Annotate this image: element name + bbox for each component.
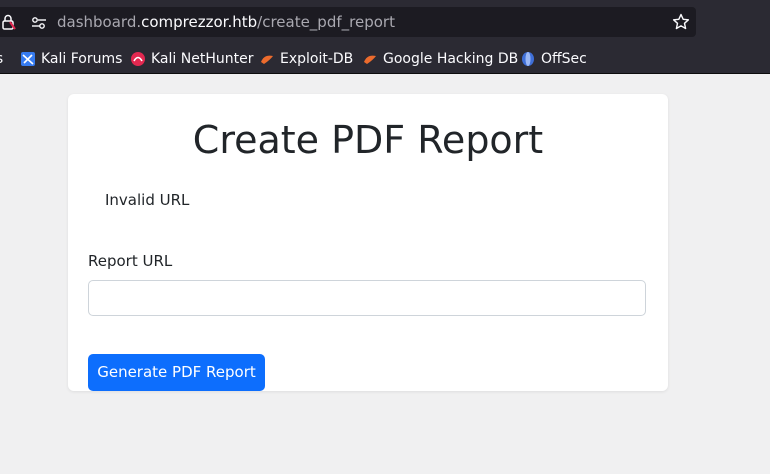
url-subdomain: dashboard. — [57, 13, 142, 31]
bookmark-kali-nethunter[interactable]: Kali NetHunter — [130, 49, 253, 69]
nethunter-icon — [131, 52, 145, 66]
offsec-icon — [522, 52, 534, 66]
url-text[interactable]: dashboard.comprezzor.htb/create_pdf_repo… — [57, 12, 395, 32]
report-url-input[interactable] — [88, 280, 646, 316]
bookmark-label: Exploit-DB — [280, 51, 354, 67]
bookmark-exploit-db[interactable]: Exploit-DB — [259, 49, 353, 69]
lock-icon[interactable] — [0, 13, 18, 31]
url-path: /create_pdf_report — [257, 13, 395, 31]
bookmark-star-icon[interactable] — [671, 12, 691, 32]
bookmarks-toolbar: ls Kali Forums Kali NetHunter Exploit-DB… — [0, 44, 770, 74]
browser-toolbar: dashboard.comprezzor.htb/create_pdf_repo… — [0, 0, 770, 44]
error-message: Invalid URL — [105, 191, 190, 209]
generate-pdf-report-button[interactable]: Generate PDF Report — [88, 354, 265, 391]
bookmark-label: ls — [0, 51, 3, 67]
page-title: Create PDF Report — [192, 118, 544, 162]
kali-forums-icon — [21, 52, 35, 66]
bookmark-label: Kali NetHunter — [151, 51, 254, 67]
report-url-label: Report URL — [88, 252, 173, 270]
exploit-db-icon — [261, 55, 273, 64]
bookmark-item[interactable]: ls — [0, 49, 3, 69]
bookmark-label: Google Hacking DB — [383, 51, 519, 67]
page-content: Create PDF Report Invalid URL Report URL… — [0, 74, 770, 474]
ghdb-icon — [364, 55, 376, 64]
report-form-card: Create PDF Report Invalid URL Report URL… — [68, 94, 668, 391]
bookmark-label: Kali Forums — [41, 51, 123, 67]
bookmark-kali-forums[interactable]: Kali Forums — [20, 49, 122, 69]
url-host: comprezzor.htb — [141, 13, 258, 31]
bookmark-ghdb[interactable]: Google Hacking DB — [362, 49, 518, 69]
bookmark-offsec[interactable]: OffSec — [520, 49, 587, 69]
bookmark-label: OffSec — [541, 51, 587, 67]
permissions-icon[interactable] — [30, 14, 48, 32]
